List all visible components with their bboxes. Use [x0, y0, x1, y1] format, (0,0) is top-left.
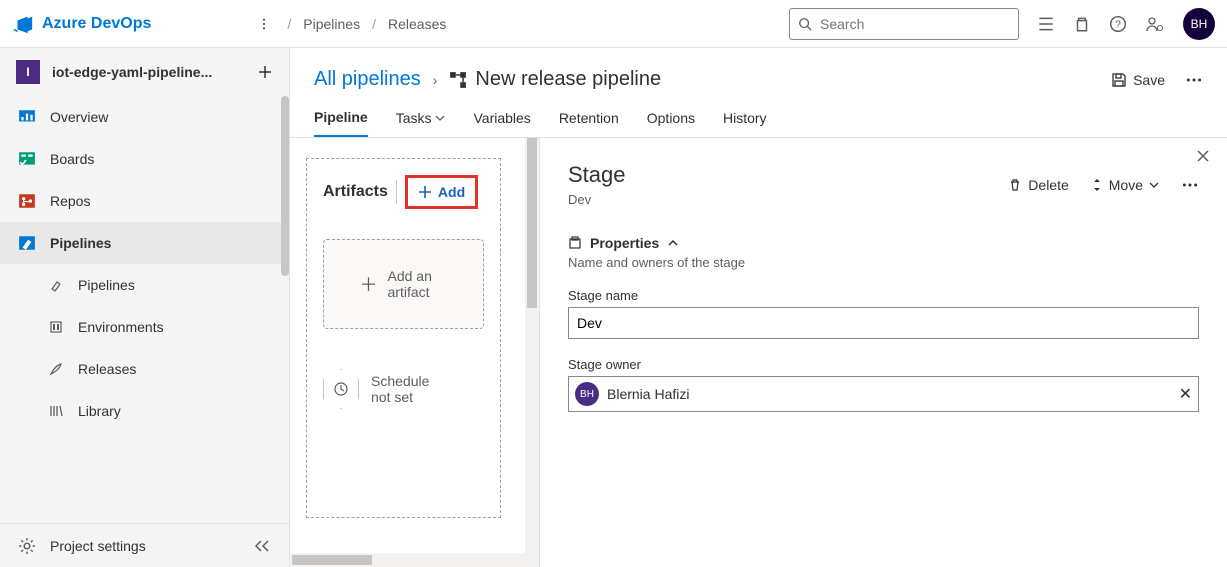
properties-description: Name and owners of the stage — [568, 255, 1199, 270]
stage-owner-field[interactable]: BH Blernia Hafizi ✕ — [568, 376, 1199, 412]
chevron-up-icon — [667, 237, 679, 249]
plus-icon: ＋ — [360, 271, 378, 297]
collapse-sidebar-icon[interactable] — [253, 539, 271, 553]
move-icon — [1091, 178, 1103, 192]
project-switcher[interactable]: I iot-edge-yaml-pipeline... — [0, 48, 289, 96]
sidebar-item-repos[interactable]: Repos — [0, 180, 289, 222]
gear-icon — [18, 537, 36, 555]
properties-section-header[interactable]: Properties — [568, 235, 1199, 251]
azure-devops-icon — [12, 13, 34, 35]
more-horizontal-icon[interactable] — [1181, 176, 1199, 194]
project-settings[interactable]: Project settings — [0, 523, 289, 567]
delete-stage-button[interactable]: Delete — [1008, 177, 1068, 193]
close-panel-button[interactable] — [1195, 148, 1211, 164]
pipelines-icon — [18, 234, 36, 252]
stage-heading: Stage — [568, 162, 626, 188]
tab-variables[interactable]: Variables — [473, 109, 530, 137]
user-settings-icon[interactable] — [1145, 15, 1165, 33]
tab-tasks[interactable]: Tasks — [396, 109, 446, 137]
stage-owner-label: Stage owner — [568, 357, 1199, 372]
add-project-icon[interactable] — [257, 64, 273, 80]
sidebar-item-boards[interactable]: Boards — [0, 138, 289, 180]
canvas-scrollbar-horizontal[interactable] — [290, 553, 539, 567]
svg-text:?: ? — [1115, 19, 1121, 30]
product-logo[interactable]: Azure DevOps — [12, 13, 151, 35]
search-box[interactable] — [789, 8, 1019, 40]
all-pipelines-link[interactable]: All pipelines — [314, 68, 421, 91]
release-pipeline-icon — [449, 71, 467, 89]
schedule-card[interactable]: Schedule not set — [323, 369, 484, 409]
marketplace-icon[interactable] — [1073, 15, 1091, 33]
more-horizontal-icon[interactable] — [1185, 71, 1203, 89]
sidebar-sub-pipelines[interactable]: Pipelines — [0, 264, 289, 306]
rocket-icon — [48, 277, 64, 293]
sidebar-item-overview[interactable]: Overview — [0, 96, 289, 138]
move-stage-button[interactable]: Move — [1091, 177, 1159, 193]
overview-icon — [18, 108, 36, 126]
stage-icon — [568, 236, 582, 250]
chevron-down-icon — [1149, 180, 1159, 190]
save-icon — [1111, 72, 1127, 88]
breadcrumb-releases[interactable]: Releases — [388, 16, 446, 32]
clock-icon — [333, 381, 349, 397]
tab-history[interactable]: History — [723, 109, 767, 137]
artifacts-heading: Artifacts — [323, 183, 388, 201]
stage-name-input[interactable] — [568, 307, 1199, 339]
add-artifact-card[interactable]: ＋ Add an artifact — [323, 239, 484, 329]
owner-avatar: BH — [575, 382, 599, 406]
releases-icon — [48, 361, 64, 377]
more-vertical-icon[interactable] — [257, 17, 271, 31]
sidebar-item-pipelines[interactable]: Pipelines — [0, 222, 289, 264]
pipeline-title: New release pipeline — [475, 68, 661, 91]
product-name: Azure DevOps — [42, 15, 151, 33]
save-button[interactable]: Save — [1111, 72, 1165, 88]
repos-icon — [18, 192, 36, 210]
owner-name: Blernia Hafizi — [607, 386, 689, 402]
breadcrumb-separator: / — [287, 16, 291, 32]
clear-owner-button[interactable]: ✕ — [1179, 384, 1192, 404]
stage-name-readonly: Dev — [568, 192, 626, 207]
artifacts-section: Artifacts Add ＋ Add an artifact Schedul — [306, 158, 501, 518]
breadcrumb-separator: / — [372, 16, 376, 32]
chevron-right-icon: › — [433, 72, 438, 88]
tab-retention[interactable]: Retention — [559, 109, 619, 137]
canvas-scrollbar-vertical[interactable] — [525, 138, 539, 567]
search-icon — [798, 17, 812, 31]
sidebar-sub-environments[interactable]: Environments — [0, 306, 289, 348]
boards-icon — [18, 150, 36, 168]
sidebar-sub-library[interactable]: Library — [0, 390, 289, 432]
search-input[interactable] — [818, 15, 1010, 33]
library-icon — [48, 403, 64, 419]
trash-icon — [1008, 178, 1022, 192]
sidebar-sub-releases[interactable]: Releases — [0, 348, 289, 390]
stage-name-label: Stage name — [568, 288, 1199, 303]
tab-pipeline[interactable]: Pipeline — [314, 109, 368, 137]
project-name: iot-edge-yaml-pipeline... — [52, 64, 212, 80]
breadcrumb-pipelines[interactable]: Pipelines — [303, 16, 360, 32]
user-avatar[interactable]: BH — [1183, 8, 1215, 40]
plus-icon — [418, 185, 432, 199]
sidebar-scrollbar[interactable] — [281, 96, 289, 276]
project-badge: I — [16, 60, 40, 84]
chevron-down-icon — [435, 113, 445, 123]
add-artifact-button[interactable]: Add — [405, 175, 478, 209]
help-icon[interactable]: ? — [1109, 15, 1127, 33]
board-icon[interactable] — [1037, 15, 1055, 33]
environments-icon — [48, 319, 64, 335]
tab-options[interactable]: Options — [647, 109, 695, 137]
